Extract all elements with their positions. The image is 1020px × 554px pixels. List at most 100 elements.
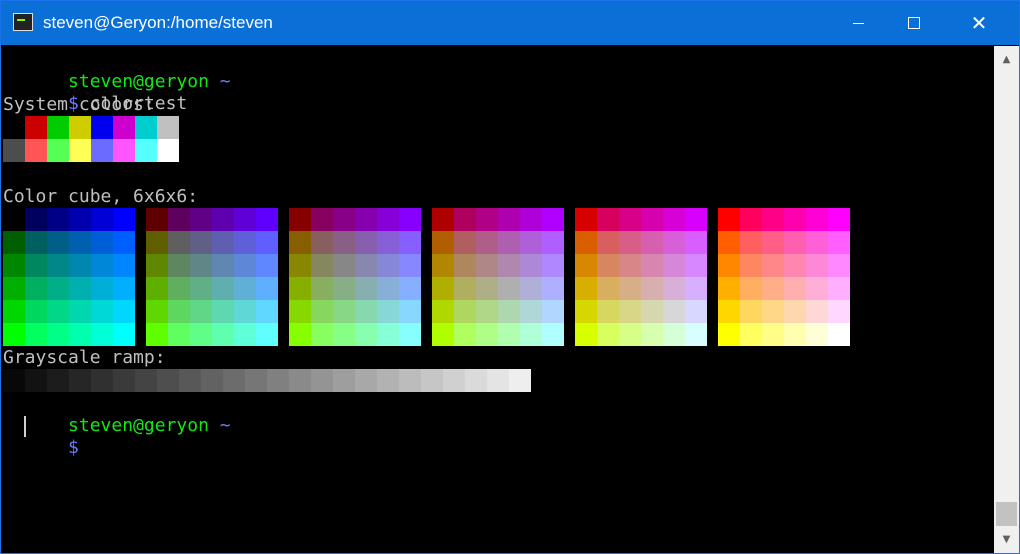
color-cube-swatch bbox=[168, 208, 190, 231]
grayscale-swatch bbox=[91, 369, 113, 392]
color-cube-swatch bbox=[498, 277, 520, 300]
color-cube-swatch bbox=[355, 323, 377, 346]
color-cube-swatch bbox=[641, 254, 663, 277]
color-cube-swatch bbox=[432, 277, 454, 300]
title-bar[interactable]: steven@Geryon:/home/steven ✕ bbox=[1, 1, 1019, 45]
color-cube-swatch bbox=[25, 300, 47, 323]
color-cube-swatch bbox=[289, 277, 311, 300]
color-cube-swatch bbox=[3, 208, 25, 231]
color-cube-swatch bbox=[740, 254, 762, 277]
color-cube-swatch bbox=[685, 208, 707, 231]
color-cube-swatch bbox=[190, 231, 212, 254]
color-cube-swatch bbox=[47, 323, 69, 346]
maximize-icon bbox=[908, 17, 920, 29]
minimize-button[interactable] bbox=[835, 1, 881, 45]
color-cube-swatch bbox=[256, 300, 278, 323]
grayscale-label: Grayscale ramp: bbox=[3, 347, 166, 368]
vertical-scrollbar[interactable]: ▲ ▼ bbox=[994, 46, 1019, 553]
color-cube-swatch bbox=[432, 300, 454, 323]
input-line[interactable]: $ bbox=[3, 415, 79, 458]
grayscale-swatch bbox=[179, 369, 201, 392]
color-cube-swatch bbox=[190, 254, 212, 277]
color-cube-swatch bbox=[641, 208, 663, 231]
color-cube-swatch bbox=[355, 254, 377, 277]
system-color-swatch bbox=[135, 116, 157, 139]
grayscale-swatch bbox=[355, 369, 377, 392]
color-cube-swatch bbox=[47, 231, 69, 254]
system-color-swatch-bright bbox=[113, 139, 135, 162]
color-cube-swatch bbox=[146, 231, 168, 254]
color-cube-swatch bbox=[520, 323, 542, 346]
color-cube-swatch bbox=[542, 254, 564, 277]
color-cube-swatch bbox=[432, 231, 454, 254]
color-cube-swatch bbox=[828, 208, 850, 231]
color-cube-swatch bbox=[454, 323, 476, 346]
color-cube-swatch bbox=[762, 277, 784, 300]
system-color-swatch-bright bbox=[69, 139, 91, 162]
color-cube-swatch bbox=[146, 254, 168, 277]
color-cube-swatch bbox=[377, 254, 399, 277]
terminal-output[interactable]: steven@geryon ~ $ colortest System color… bbox=[2, 46, 993, 553]
color-cube-swatch bbox=[454, 208, 476, 231]
color-cube-swatch bbox=[212, 323, 234, 346]
system-color-swatch-bright bbox=[3, 139, 25, 162]
grayscale-swatch bbox=[69, 369, 91, 392]
grayscale-swatch bbox=[443, 369, 465, 392]
color-cube-swatch bbox=[597, 254, 619, 277]
color-cube-swatch bbox=[454, 231, 476, 254]
color-cube-swatch bbox=[498, 208, 520, 231]
color-cube-swatch bbox=[355, 277, 377, 300]
color-cube-swatch bbox=[498, 231, 520, 254]
color-cube-swatch bbox=[476, 300, 498, 323]
color-cube-swatch bbox=[91, 231, 113, 254]
color-cube-swatch bbox=[597, 300, 619, 323]
color-cube-swatch bbox=[575, 277, 597, 300]
color-cube-swatch bbox=[377, 231, 399, 254]
color-cube-swatch bbox=[718, 300, 740, 323]
color-cube-swatch bbox=[91, 254, 113, 277]
color-cube-swatch bbox=[333, 277, 355, 300]
color-cube-swatch bbox=[663, 254, 685, 277]
color-cube-swatch bbox=[806, 277, 828, 300]
color-cube-swatch bbox=[542, 277, 564, 300]
color-cube-swatch bbox=[234, 277, 256, 300]
color-cube-swatch bbox=[234, 231, 256, 254]
color-cube-swatch bbox=[355, 300, 377, 323]
color-cube-swatch bbox=[685, 323, 707, 346]
close-button[interactable]: ✕ bbox=[956, 1, 1002, 45]
color-cube-swatch bbox=[784, 231, 806, 254]
grayscale-swatch bbox=[157, 369, 179, 392]
scrollbar-thumb[interactable] bbox=[996, 502, 1017, 526]
color-cube-swatch bbox=[256, 231, 278, 254]
scroll-up-icon[interactable]: ▲ bbox=[994, 49, 1019, 69]
color-cube-swatch bbox=[575, 254, 597, 277]
color-cube-swatch bbox=[47, 300, 69, 323]
color-cube-swatch bbox=[498, 300, 520, 323]
grayscale-swatch bbox=[25, 369, 47, 392]
color-cube-swatch bbox=[311, 323, 333, 346]
color-cube-swatch bbox=[91, 277, 113, 300]
color-cube-swatch bbox=[520, 300, 542, 323]
color-cube-swatch bbox=[91, 300, 113, 323]
maximize-button[interactable] bbox=[891, 1, 937, 45]
color-cube-swatch bbox=[520, 231, 542, 254]
grayscale-swatch bbox=[47, 369, 69, 392]
color-cube-swatch bbox=[3, 323, 25, 346]
prompt-symbol: $ bbox=[68, 437, 79, 458]
color-cube-swatch bbox=[333, 231, 355, 254]
color-cube-swatch bbox=[476, 323, 498, 346]
color-cube-swatch bbox=[113, 323, 135, 346]
color-cube-swatch bbox=[498, 254, 520, 277]
terminal-app-icon[interactable] bbox=[13, 13, 33, 31]
color-cube-swatch bbox=[289, 208, 311, 231]
color-cube-swatch bbox=[311, 208, 333, 231]
color-cube-swatch bbox=[377, 323, 399, 346]
scroll-down-icon[interactable]: ▼ bbox=[994, 529, 1019, 549]
color-cube-swatch bbox=[641, 300, 663, 323]
color-cube-swatch bbox=[454, 254, 476, 277]
color-cube-swatch bbox=[69, 208, 91, 231]
color-cube-swatch bbox=[520, 277, 542, 300]
color-cube-swatch bbox=[25, 254, 47, 277]
color-cube-swatch bbox=[806, 254, 828, 277]
color-cube-swatch bbox=[256, 254, 278, 277]
